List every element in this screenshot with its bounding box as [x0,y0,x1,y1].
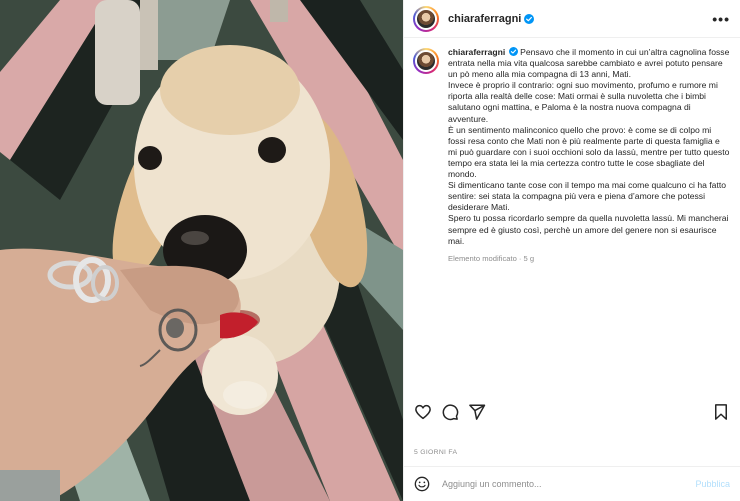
post-time-ago[interactable]: 5 GIORNI FA [414,449,457,456]
post-details-panel: chiaraferragni ••• chiaraferragni Pensav… [403,0,740,501]
comment-icon[interactable] [441,403,459,421]
comment-input[interactable] [442,479,696,489]
comment-bar: Pubblica [404,466,740,501]
post-header: chiaraferragni ••• [404,0,740,38]
header-username[interactable]: chiaraferragni [448,13,521,25]
bookmark-icon[interactable] [712,403,730,421]
more-options-icon[interactable]: ••• [712,11,730,27]
caption: chiaraferragni Pensavo che il momento in… [448,47,730,390]
caption-text-3: Si dimenticano tante cose con il tempo m… [448,180,727,213]
caption-area: chiaraferragni Pensavo che il momento in… [404,38,740,390]
post-photo [0,0,403,501]
caption-text-1: Invece è proprio il contrario: ogni suo … [448,80,718,124]
heart-icon[interactable] [414,403,432,421]
verified-badge-icon [508,47,518,56]
edited-label: Elemento modificato · 5 g [448,253,535,263]
caption-username[interactable]: chiaraferragni [448,47,505,57]
verified-badge-icon [524,13,535,24]
action-bar [404,400,740,424]
emoji-icon[interactable] [414,476,430,492]
caption-text-4: Spero tu possa ricordarlo sempre da quel… [448,213,729,246]
caption-avatar[interactable] [413,48,439,74]
caption-text-2: È un sentimento malinconico quello che p… [448,124,730,180]
avatar[interactable] [413,5,439,32]
share-icon[interactable] [468,403,486,421]
publish-button[interactable]: Pubblica [695,479,730,489]
puppy-photo-illustration [0,0,403,501]
caption-paragraph: chiaraferragni Pensavo che il momento in… [448,47,730,80]
